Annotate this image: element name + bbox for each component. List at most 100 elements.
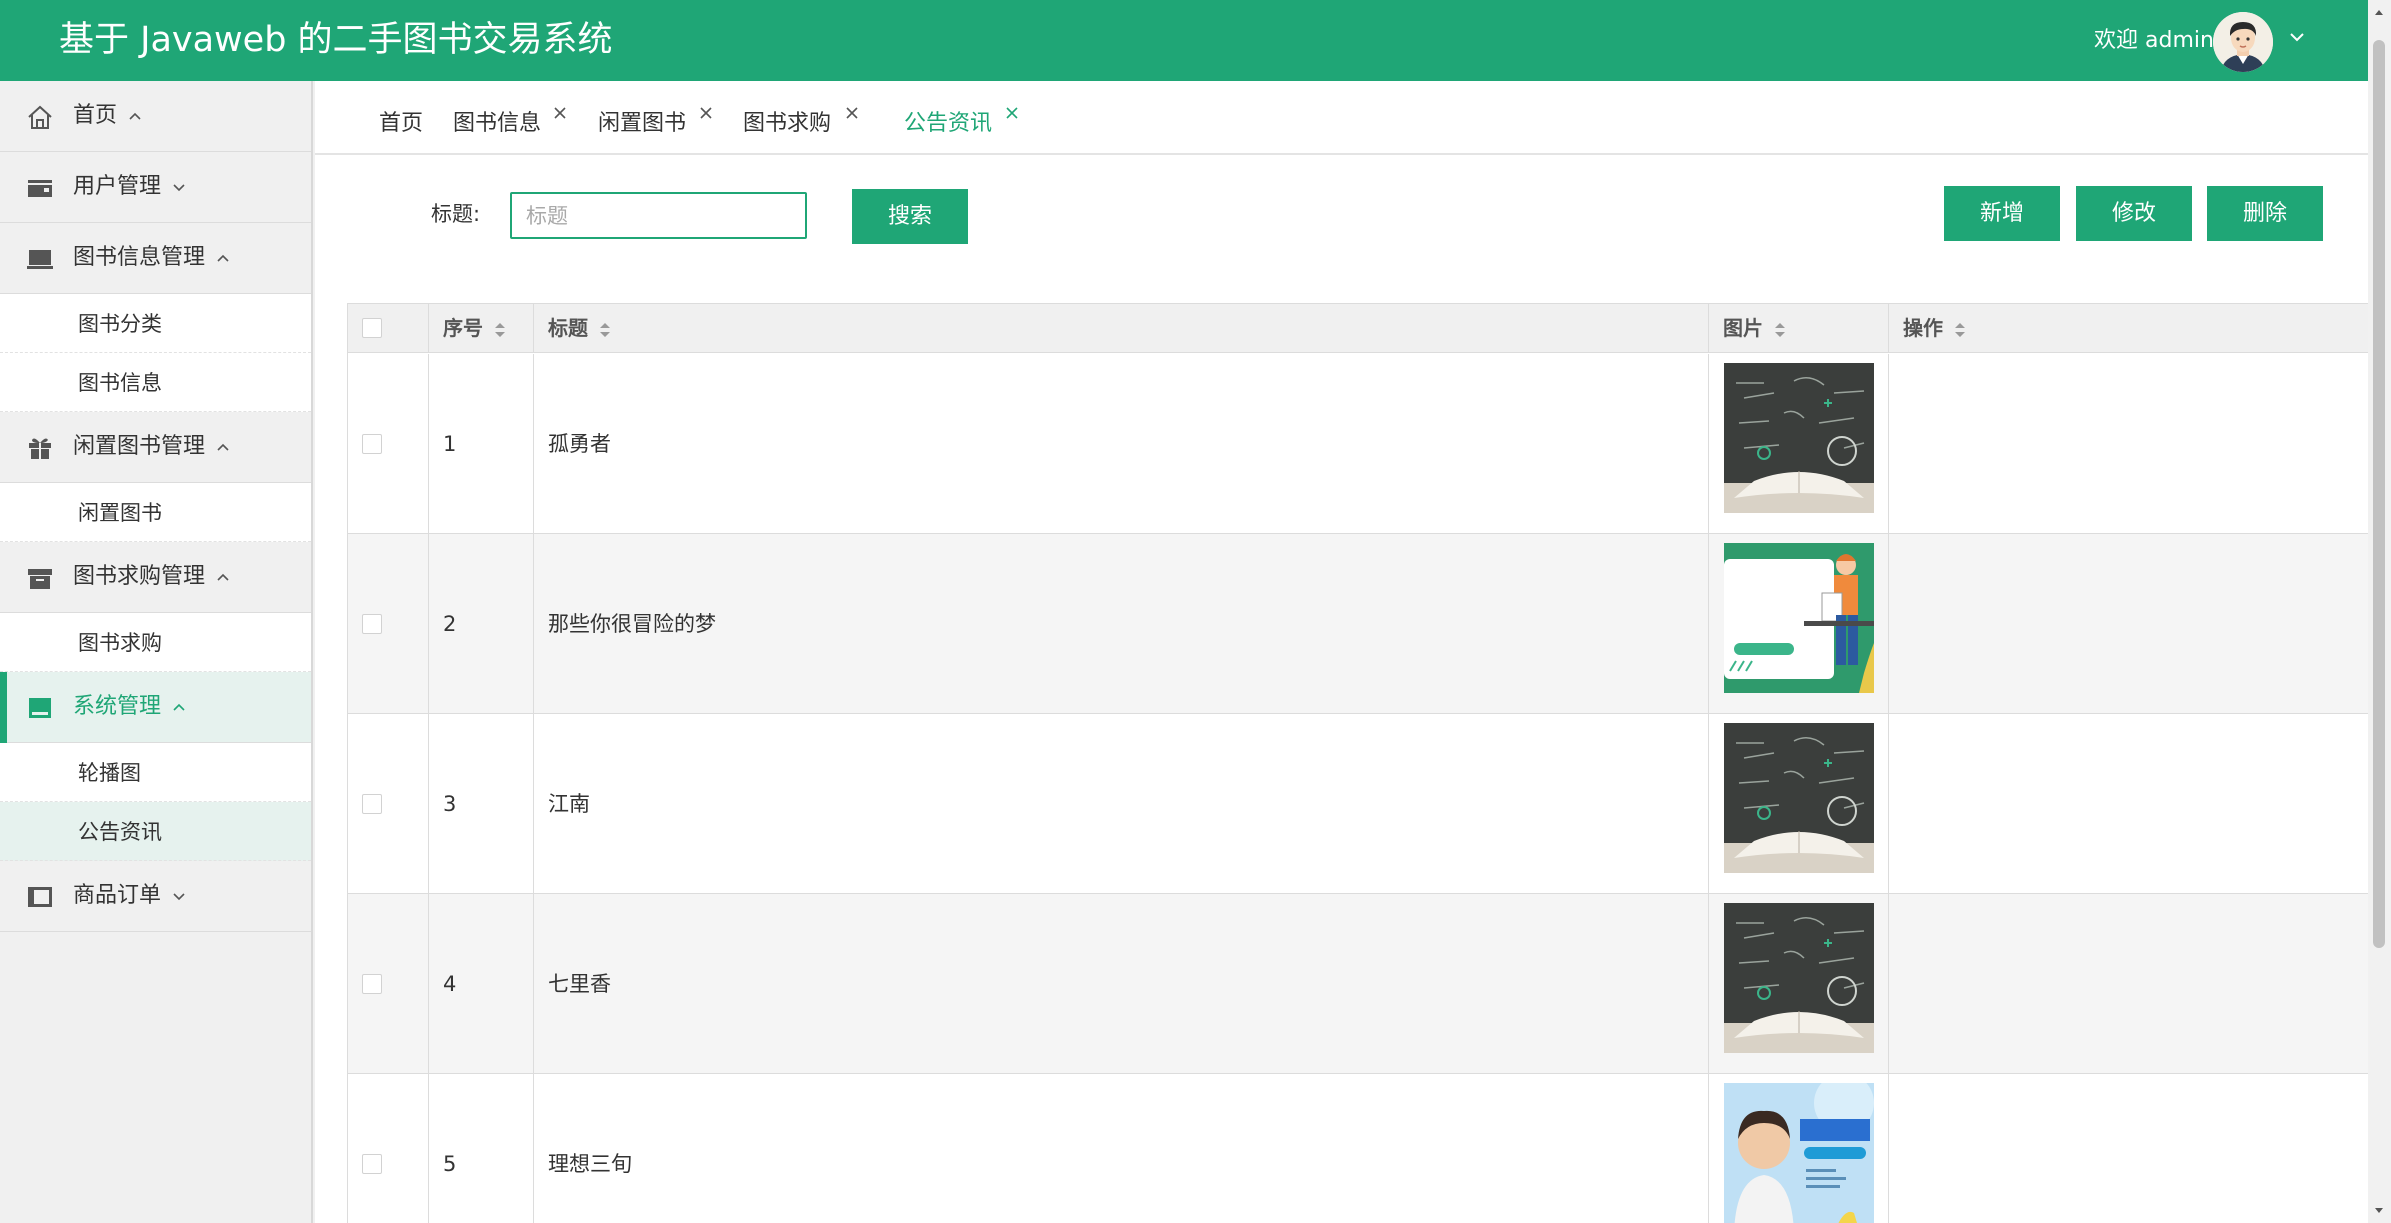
column-label: 标题 <box>548 316 588 340</box>
sidebar-item-system-management[interactable]: 系统管理 <box>0 672 311 743</box>
monitor-icon <box>29 698 51 718</box>
laptop-icon <box>27 250 53 269</box>
row-checkbox[interactable] <box>362 1154 382 1174</box>
chalkboard-book-image[interactable] <box>1724 723 1874 873</box>
chalkboard-book-image[interactable] <box>1724 903 1874 1053</box>
close-icon[interactable] <box>844 105 860 121</box>
index-cell: 5 <box>429 1074 534 1223</box>
sidebar-subitem-idle-book[interactable]: 闲置图书 <box>0 483 311 542</box>
image-cell <box>1709 1074 1889 1223</box>
image-cell <box>1709 534 1889 714</box>
header-index[interactable]: 序号 <box>429 304 534 353</box>
sort-icon[interactable] <box>493 321 507 339</box>
chevron-up-icon <box>173 703 185 711</box>
geography-course-banner-image[interactable] <box>1724 1083 1874 1223</box>
book-panel-icon <box>28 887 52 907</box>
chevron-down-icon[interactable] <box>2286 26 2308 48</box>
sidebar-item-book-info-management[interactable]: 图书信息管理 <box>0 223 311 294</box>
delete-button[interactable]: 删除 <box>2207 186 2323 241</box>
table-row[interactable]: 1 孤勇者 <box>348 354 2369 534</box>
row-checkbox[interactable] <box>362 434 382 454</box>
title-cell: 理想三旬 <box>534 1074 1709 1223</box>
sidebar-subitem-announcement[interactable]: 公告资讯 <box>0 802 311 861</box>
page-scrollbar[interactable] <box>2368 0 2391 1223</box>
header-image[interactable]: 图片 <box>1709 304 1889 353</box>
chalkboard-book-image[interactable] <box>1724 363 1874 513</box>
table-header: 序号 标题 图片 操作 <box>348 304 2369 353</box>
sidebar-item-label: 商品订单 <box>73 883 162 908</box>
header-title[interactable]: 标题 <box>534 304 1709 353</box>
scroll-up-icon[interactable] <box>2373 6 2385 18</box>
close-icon[interactable] <box>698 105 714 121</box>
sidebar-subitem-label: 轮播图 <box>78 761 141 785</box>
image-cell <box>1709 894 1889 1074</box>
sort-icon[interactable] <box>1953 321 1967 339</box>
avatar[interactable] <box>2213 12 2273 72</box>
add-button[interactable]: 新增 <box>1944 186 2060 241</box>
sort-icon[interactable] <box>598 321 612 339</box>
sidebar-subitem-book-request[interactable]: 图书求购 <box>0 613 311 672</box>
image-cell <box>1709 354 1889 534</box>
title-cell: 孤勇者 <box>534 354 1709 534</box>
sidebar-item-book-request-management[interactable]: 图书求购管理 <box>0 542 311 613</box>
sidebar-item-label: 闲置图书管理 <box>73 434 206 459</box>
table-row[interactable]: 3 江南 <box>348 714 2369 894</box>
tab-label: 公告资讯 <box>904 111 993 136</box>
tab-label: 首页 <box>379 111 424 136</box>
table-row[interactable]: 4 七里香 <box>348 894 2369 1074</box>
close-icon[interactable] <box>552 105 568 121</box>
title-cell: 江南 <box>534 714 1709 894</box>
sidebar-item-label: 系统管理 <box>73 694 162 719</box>
index-cell: 2 <box>429 534 534 714</box>
sidebar-subitem-carousel[interactable]: 轮播图 <box>0 743 311 802</box>
search-title-label: 标题: <box>431 202 481 226</box>
sidebar-subitem-label: 闲置图书 <box>78 501 162 525</box>
index-cell: 1 <box>429 354 534 534</box>
gift-icon <box>29 438 51 459</box>
scroll-thumb[interactable] <box>2373 40 2385 948</box>
header-operation[interactable]: 操作 <box>1889 304 2369 353</box>
sidebar-item-product-order[interactable]: 商品订单 <box>0 861 311 932</box>
tab-idle-book[interactable]: 闲置图书 <box>598 107 712 141</box>
sidebar-item-label: 图书信息管理 <box>73 245 206 270</box>
top-header: 基于 Javaweb 的二手图书交易系统 欢迎 admin <box>0 0 2368 81</box>
select-cell <box>348 354 429 534</box>
app-title: 基于 Javaweb 的二手图书交易系统 <box>59 20 613 60</box>
sidebar-subitem-label: 图书信息 <box>78 371 162 395</box>
sidebar-item-user-management[interactable]: 用户管理 <box>0 152 311 223</box>
sidebar-item-idle-book-management[interactable]: 闲置图书管理 <box>0 412 311 483</box>
tab-bar: 首页 图书信息 闲置图书 图书求购 公告资讯 <box>315 81 2368 155</box>
tab-book-info[interactable]: 图书信息 <box>453 107 566 141</box>
table-row[interactable]: 2 那些你很冒险的梦 <box>348 534 2369 714</box>
title-cell: 那些你很冒险的梦 <box>534 534 1709 714</box>
search-title-input[interactable] <box>510 192 807 239</box>
sidebar-subitem-label: 图书分类 <box>78 312 162 336</box>
row-checkbox[interactable] <box>362 974 382 994</box>
operation-cell <box>1889 1074 2369 1223</box>
close-icon[interactable] <box>1004 105 1020 121</box>
select-cell <box>348 1074 429 1223</box>
scroll-down-icon[interactable] <box>2373 1205 2385 1217</box>
sidebar-subitem-book-category[interactable]: 图书分类 <box>0 294 311 353</box>
row-checkbox[interactable] <box>362 614 382 634</box>
teacher-whiteboard-image[interactable] <box>1724 543 1874 693</box>
sidebar-item-label: 用户管理 <box>73 174 162 199</box>
operation-cell <box>1889 894 2369 1074</box>
column-label: 操作 <box>1903 316 1943 340</box>
tab-home[interactable]: 首页 <box>379 107 423 141</box>
wallet-icon <box>28 180 52 197</box>
tab-book-request[interactable]: 图书求购 <box>743 107 858 141</box>
tab-announcement[interactable]: 公告资讯 <box>904 107 1018 141</box>
table-row[interactable]: 5 理想三旬 <box>348 1074 2369 1223</box>
edit-button[interactable]: 修改 <box>2076 186 2192 241</box>
select-all-checkbox[interactable] <box>362 318 382 338</box>
row-checkbox[interactable] <box>362 794 382 814</box>
sidebar-subitem-book-info[interactable]: 图书信息 <box>0 353 311 412</box>
active-indicator <box>0 672 7 743</box>
sidebar-item-label: 首页 <box>73 103 118 128</box>
search-button[interactable]: 搜索 <box>852 189 968 244</box>
select-cell <box>348 894 429 1074</box>
sidebar-item-home[interactable]: 首页 <box>0 81 311 152</box>
image-cell <box>1709 714 1889 894</box>
sort-icon[interactable] <box>1773 321 1787 339</box>
